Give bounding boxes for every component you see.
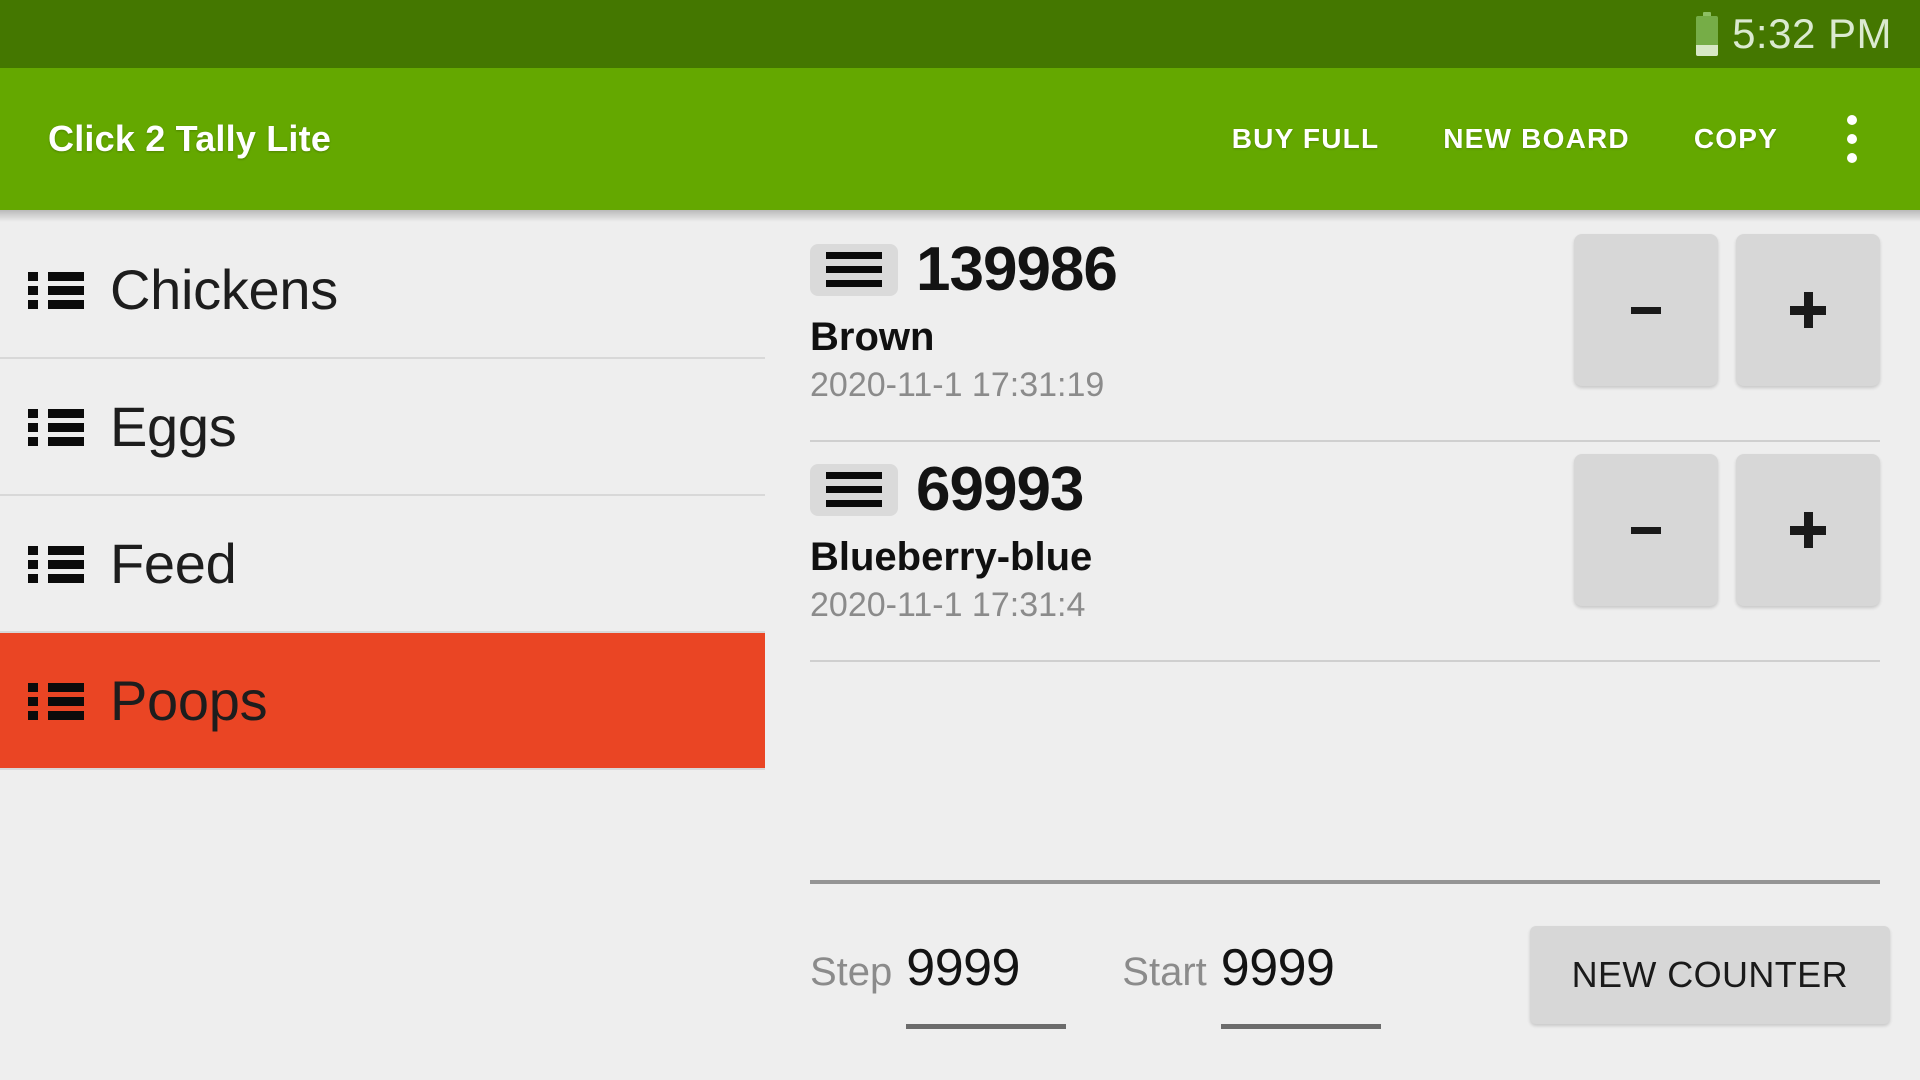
counter-panel: 139986 Brown 2020-11-1 17:31:19 69993 Bl… [765, 222, 1920, 1080]
counter-row: 139986 Brown 2020-11-1 17:31:19 [810, 222, 1880, 442]
step-label: Step [810, 950, 893, 994]
counter-value: 139986 [916, 235, 1118, 304]
new-counter-button[interactable]: NEW COUNTER [1529, 926, 1890, 1024]
counter-name: Brown [810, 315, 935, 359]
buy-full-button[interactable]: BUY FULL [1200, 103, 1412, 175]
start-label: Start [1122, 950, 1207, 994]
counter-step-buttons [1574, 442, 1880, 606]
counter-name: Blueberry-blue [810, 535, 1093, 579]
app-root: 5:32 PM Click 2 Tally Lite BUY FULL NEW … [0, 0, 1920, 1080]
start-input-wrap[interactable]: 9999 [1220, 938, 1381, 1029]
start-field-group: Start 9999 [1122, 912, 1381, 1029]
step-underline [906, 1024, 1067, 1029]
step-field-group: Step 9999 [810, 912, 1067, 1029]
sidebar-item-label: Eggs [110, 395, 237, 458]
sidebar-item-label: Poops [110, 669, 268, 732]
decrement-button[interactable] [1574, 454, 1718, 606]
app-bar: Click 2 Tally Lite BUY FULL NEW BOARD CO… [0, 68, 1920, 210]
counter-info: 139986 Brown 2020-11-1 17:31:19 [810, 222, 1574, 405]
sidebar-item-feed[interactable]: Feed [0, 496, 765, 633]
decrement-button[interactable] [1574, 234, 1718, 386]
list-icon [28, 408, 84, 446]
list-icon [28, 545, 84, 583]
counter-header: 69993 [810, 454, 1574, 525]
counter-timestamp: 2020-11-1 17:31:4 [810, 586, 1086, 624]
list-icon [28, 682, 84, 720]
new-board-button[interactable]: NEW BOARD [1411, 103, 1662, 175]
status-bar-clock: 5:32 PM [1732, 10, 1892, 57]
counter-footer: Step 9999 Start 9999 NEW COUNTER [810, 912, 1890, 1062]
sidebar-item-chickens[interactable]: Chickens [0, 222, 765, 359]
increment-button[interactable] [1736, 454, 1880, 606]
counter-timestamp: 2020-11-1 17:31:19 [810, 366, 1105, 404]
app-bar-shadow [0, 210, 1920, 222]
start-input[interactable]: 9999 [1221, 938, 1381, 998]
app-title: Click 2 Tally Lite [48, 118, 332, 159]
list-icon [28, 271, 84, 309]
increment-button[interactable] [1736, 234, 1880, 386]
sidebar-item-eggs[interactable]: Eggs [0, 359, 765, 496]
counter-info: 69993 Blueberry-blue 2020-11-1 17:31:4 [810, 442, 1574, 625]
sidebar-item-poops[interactable]: Poops [0, 633, 765, 770]
battery-icon [1696, 12, 1719, 56]
step-input-wrap[interactable]: 9999 [906, 938, 1067, 1029]
minus-icon [1631, 526, 1661, 534]
board-list-sidebar: Chickens Eggs Feed Poops [0, 222, 765, 1080]
footer-divider [810, 880, 1880, 884]
hamburger-icon[interactable] [810, 463, 898, 516]
status-bar: 5:32 PM [0, 0, 1920, 68]
plus-icon [1790, 512, 1826, 548]
more-vertical-icon[interactable] [1816, 93, 1888, 185]
counter-value: 69993 [916, 455, 1084, 524]
plus-icon [1790, 292, 1826, 328]
minus-icon [1631, 306, 1661, 314]
copy-button[interactable]: COPY [1662, 103, 1810, 175]
status-bar-right: 5:32 PM [1696, 10, 1920, 58]
counter-row: 69993 Blueberry-blue 2020-11-1 17:31:4 [810, 442, 1880, 662]
counter-step-buttons [1574, 222, 1880, 386]
step-input[interactable]: 9999 [906, 938, 1066, 998]
start-underline [1220, 1024, 1381, 1029]
app-bar-actions: BUY FULL NEW BOARD COPY [1200, 93, 1920, 185]
sidebar-item-label: Feed [110, 532, 237, 595]
sidebar-item-label: Chickens [110, 258, 338, 321]
hamburger-icon[interactable] [810, 243, 898, 296]
counter-header: 139986 [810, 234, 1574, 305]
